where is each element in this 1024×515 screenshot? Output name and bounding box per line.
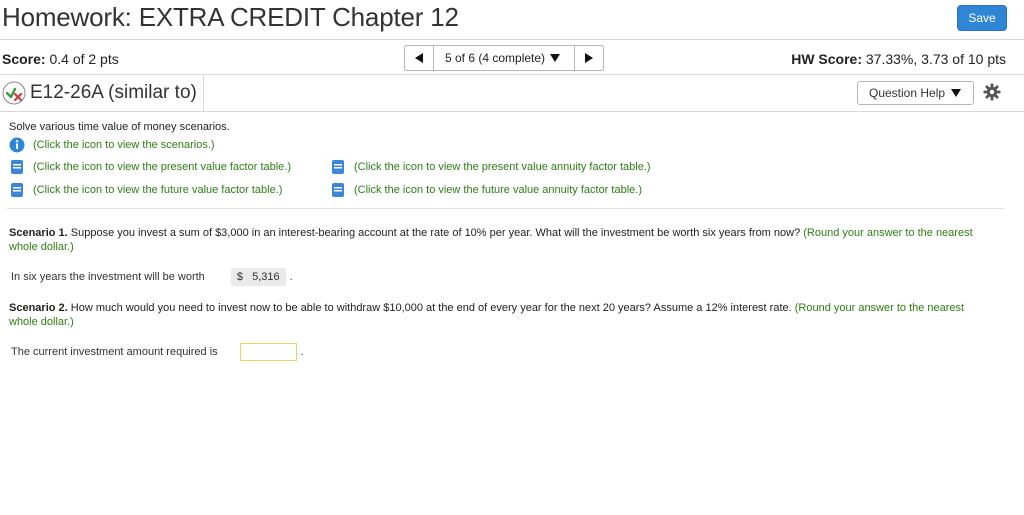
next-question-button[interactable]	[574, 46, 603, 70]
pv-annuity-table-link[interactable]: (Click the icon to view the present valu…	[330, 159, 651, 175]
score-bar: Score: 0.4 of 2 pts 5 of 6 (4 complete) …	[0, 40, 1024, 75]
scenario-1-label: Scenario 1.	[9, 227, 68, 239]
page-title: Homework: EXTRA CREDIT Chapter 12	[2, 2, 459, 32]
gear-icon[interactable]	[983, 83, 1001, 101]
pv-annuity-link-text: (Click the icon to view the present valu…	[354, 161, 651, 173]
scenario-1-text: Scenario 1. Suppose you invest a sum of …	[9, 226, 989, 254]
book-icon	[11, 183, 23, 197]
book-icon	[332, 160, 344, 174]
question-bar: E12-26A (similar to) Question Help	[0, 75, 1024, 112]
question-help-button[interactable]: Question Help	[857, 81, 974, 105]
question-position: 5 of 6 (4 complete)	[445, 51, 546, 65]
book-icon	[332, 183, 344, 197]
save-button[interactable]: Save	[957, 5, 1007, 31]
divider	[203, 75, 204, 111]
question-content: Solve various time value of money scenar…	[0, 112, 1024, 515]
fv-annuity-link-text: (Click the icon to view the future value…	[354, 184, 642, 196]
triangle-right-icon	[585, 53, 593, 63]
period: .	[300, 346, 304, 358]
fv-factor-link-text: (Click the icon to view the future value…	[33, 184, 283, 196]
instructions: Solve various time value of money scenar…	[9, 121, 230, 133]
pv-factor-table-link[interactable]: (Click the icon to view the present valu…	[9, 159, 291, 175]
period: .	[289, 271, 293, 283]
score-value: 0.4 of 2 pts	[49, 51, 119, 67]
scenario-1-answer-row: In six years the investment will be wort…	[11, 268, 293, 286]
scenario-1-answer-value[interactable]: $ 5,316	[230, 268, 286, 286]
book-icon	[11, 160, 23, 174]
title-bar: Homework: EXTRA CREDIT Chapter 12 Save	[0, 0, 1024, 40]
scenario-2-answer-row: The current investment amount required i…	[11, 343, 304, 361]
scenario-2-answer-prompt: The current investment amount required i…	[11, 346, 218, 358]
hw-score-value: 37.33%, 3.73 of 10 pts	[865, 51, 1006, 67]
scenario-2-label: Scenario 2.	[9, 302, 68, 314]
caret-down-icon	[951, 89, 962, 97]
divider	[7, 208, 1004, 209]
scenario-1-answer-prompt: In six years the investment will be wort…	[11, 271, 205, 283]
check-x-icon	[2, 81, 26, 105]
question-navigator: 5 of 6 (4 complete)	[404, 45, 604, 71]
question-id: E12-26A (similar to)	[30, 82, 197, 103]
fv-annuity-table-link[interactable]: (Click the icon to view the future value…	[330, 182, 642, 198]
previous-question-button[interactable]	[405, 46, 434, 70]
triangle-left-icon	[415, 53, 423, 63]
hw-score: HW Score: 37.33%, 3.73 of 10 pts	[791, 51, 1006, 67]
fv-factor-table-link[interactable]: (Click the icon to view the future value…	[9, 182, 282, 198]
score-label: Score:	[2, 51, 46, 67]
caret-down-icon	[550, 54, 561, 62]
scenarios-link-text: (Click the icon to view the scenarios.)	[33, 139, 215, 151]
question-select[interactable]: 5 of 6 (4 complete)	[434, 46, 574, 70]
scenarios-link[interactable]: (Click the icon to view the scenarios.)	[9, 137, 215, 153]
hw-score-label: HW Score:	[791, 51, 862, 67]
pv-factor-link-text: (Click the icon to view the present valu…	[33, 161, 292, 173]
scenario-2-text: Scenario 2. How much would you need to i…	[9, 301, 989, 329]
scenario-2-body: How much would you need to invest now to…	[67, 302, 795, 314]
scenario-1-body: Suppose you invest a sum of $3,000 in an…	[67, 227, 804, 239]
question-help-label: Question Help	[869, 86, 946, 100]
info-icon	[9, 137, 25, 153]
scenario-2-answer-input[interactable]	[239, 343, 297, 361]
score: Score: 0.4 of 2 pts	[2, 51, 119, 67]
